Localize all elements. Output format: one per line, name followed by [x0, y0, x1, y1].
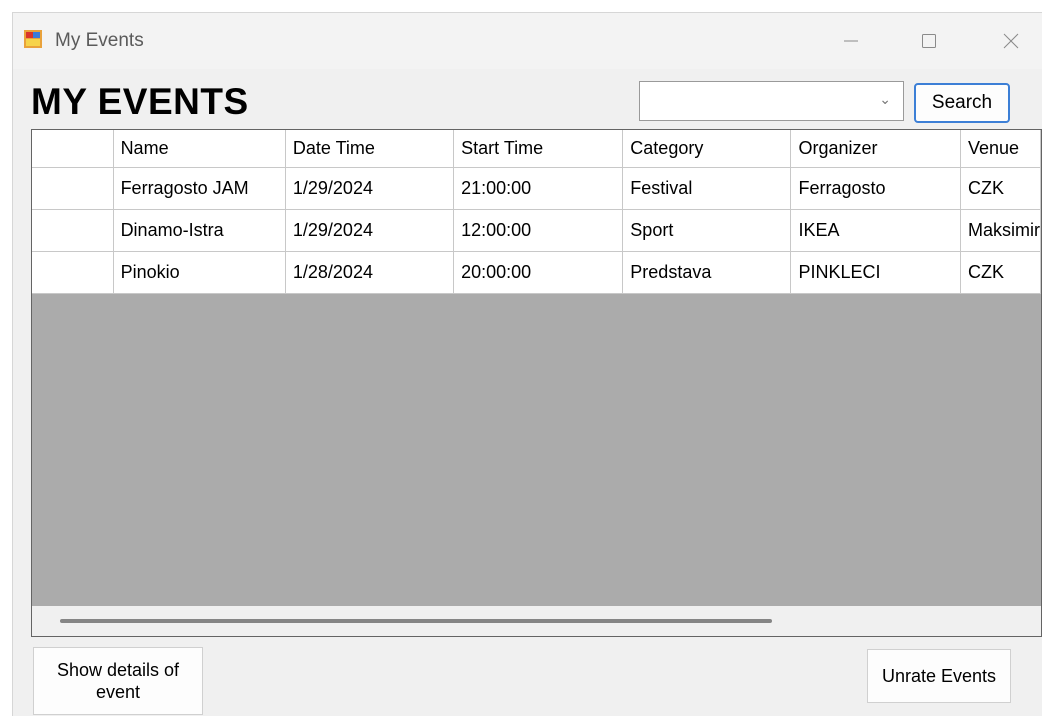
column-header-start-time[interactable]: Start Time — [453, 130, 624, 168]
maximize-icon — [922, 34, 936, 48]
column-header-name[interactable]: Name — [113, 130, 286, 168]
cell-venue[interactable]: CZK — [960, 167, 1041, 210]
chevron-down-icon[interactable]: ⌄ — [879, 91, 891, 108]
cell-organizer[interactable]: PINKLECI — [790, 251, 961, 294]
cell-date-time[interactable]: 1/28/2024 — [285, 251, 455, 294]
row-header-corner[interactable] — [32, 130, 114, 168]
cell-date-time[interactable]: 1/29/2024 — [285, 209, 455, 252]
minimize-icon — [844, 40, 858, 42]
events-grid[interactable]: Name Date Time Start Time Category Organ… — [31, 129, 1042, 637]
my-events-window: My Events MY EVENTS ⌄ Search Name Date T… — [12, 12, 1042, 716]
events-table: Name Date Time Start Time Category Organ… — [32, 130, 1041, 294]
horizontal-scrollbar[interactable] — [32, 606, 1041, 636]
column-header-venue[interactable]: Venue — [960, 130, 1041, 168]
cell-name[interactable]: Dinamo-Istra — [113, 209, 286, 252]
maximize-button[interactable] — [909, 25, 949, 57]
show-details-button[interactable]: Show details of event — [33, 647, 203, 715]
page-title: MY EVENTS — [31, 81, 249, 122]
cell-start-time[interactable]: 21:00:00 — [453, 167, 624, 210]
close-icon — [1003, 33, 1019, 49]
cell-date-time[interactable]: 1/29/2024 — [285, 167, 455, 210]
cell-name[interactable]: Pinokio — [113, 251, 286, 294]
unrate-events-button[interactable]: Unrate Events — [867, 649, 1011, 703]
row-header[interactable] — [32, 209, 114, 252]
title-bar: My Events — [13, 13, 1042, 69]
table-header-row: Name Date Time Start Time Category Organ… — [32, 130, 1041, 168]
table-row[interactable]: Ferragosto JAM 1/29/2024 21:00:00 Festiv… — [32, 167, 1041, 210]
cell-category[interactable]: Festival — [622, 167, 792, 210]
minimize-button[interactable] — [831, 25, 871, 57]
window-title: My Events — [55, 30, 144, 51]
cell-category[interactable]: Sport — [622, 209, 792, 252]
table-row[interactable]: Pinokio 1/28/2024 20:00:00 Predstava PIN… — [32, 251, 1041, 294]
search-button[interactable]: Search — [914, 83, 1010, 123]
column-header-organizer[interactable]: Organizer — [790, 130, 961, 168]
search-combobox[interactable]: ⌄ — [639, 81, 904, 121]
row-header[interactable] — [32, 167, 114, 210]
cell-name[interactable]: Ferragosto JAM — [113, 167, 286, 210]
cell-venue[interactable]: Maksimir — [960, 209, 1041, 252]
cell-organizer[interactable]: IKEA — [790, 209, 961, 252]
row-header[interactable] — [32, 251, 114, 294]
app-window-icon — [24, 30, 42, 48]
table-row[interactable]: Dinamo-Istra 1/29/2024 12:00:00 Sport IK… — [32, 209, 1041, 252]
scrollbar-thumb[interactable] — [60, 619, 772, 623]
close-button[interactable] — [991, 25, 1031, 57]
cell-start-time[interactable]: 20:00:00 — [453, 251, 624, 294]
cell-organizer[interactable]: Ferragosto — [790, 167, 961, 210]
cell-venue[interactable]: CZK — [960, 251, 1041, 294]
cell-category[interactable]: Predstava — [622, 251, 792, 294]
column-header-date-time[interactable]: Date Time — [285, 130, 455, 168]
cell-start-time[interactable]: 12:00:00 — [453, 209, 624, 252]
column-header-category[interactable]: Category — [622, 130, 792, 168]
